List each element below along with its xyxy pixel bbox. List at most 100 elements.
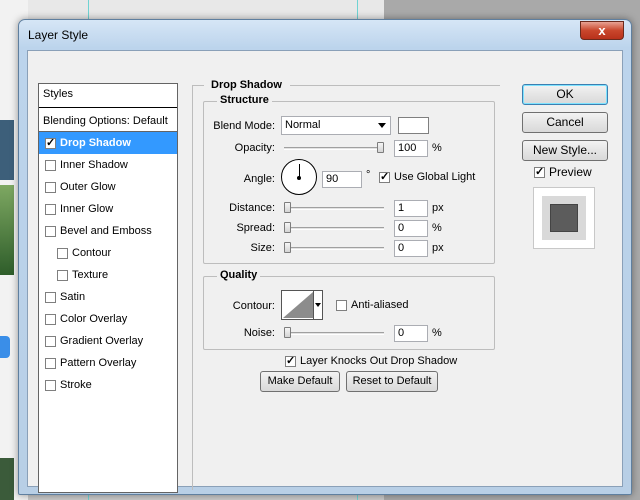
dialog-client-area: Styles Blending Options: Default Drop Sh… (27, 50, 623, 493)
style-item-label: Pattern Overlay (60, 357, 137, 369)
contour-picker[interactable] (281, 290, 323, 320)
style-item-label: Contour (72, 247, 112, 259)
reset-to-default-button[interactable]: Reset to Default (346, 371, 438, 392)
size-label: Size: (250, 242, 275, 254)
style-item-label: Texture (72, 269, 109, 281)
style-item-label: Bevel and Emboss (60, 225, 152, 237)
style-item-texture[interactable]: Texture (39, 264, 177, 286)
spread-input[interactable]: 0 (394, 220, 428, 237)
style-item-drop-shadow[interactable]: Drop Shadow (39, 132, 177, 154)
use-global-light-checkbox[interactable]: Use Global Light (379, 170, 476, 183)
checkbox-icon[interactable] (57, 269, 68, 281)
style-item-inner-glow[interactable]: Inner Glow (39, 198, 177, 220)
noise-label: Noise: (243, 327, 275, 339)
checkbox-icon[interactable] (45, 379, 56, 391)
size-unit: px (432, 242, 444, 254)
dialog-title: Layer Style (28, 28, 89, 42)
use-global-light-label: Use Global Light (394, 171, 476, 183)
noise-unit: % (432, 327, 442, 339)
distance-slider[interactable] (284, 207, 384, 210)
preview-thumbnail (533, 187, 595, 249)
distance-input[interactable]: 1 (394, 200, 428, 217)
blend-mode-label: Blend Mode: (213, 120, 275, 132)
blend-mode-select[interactable]: Normal (281, 116, 391, 135)
checkbox-icon[interactable] (45, 291, 56, 303)
title-divider (192, 85, 204, 86)
distance-slider-thumb[interactable] (284, 202, 291, 213)
opacity-slider-thumb[interactable] (377, 142, 384, 153)
checkbox-icon[interactable] (45, 357, 56, 369)
style-item-label: Inner Glow (60, 203, 114, 215)
style-item-outer-glow[interactable]: Outer Glow (39, 176, 177, 198)
blending-options-item[interactable]: Blending Options: Default (39, 110, 177, 132)
checkbox-icon[interactable] (45, 335, 56, 347)
checkbox-icon (285, 354, 296, 367)
close-icon: x (598, 23, 606, 38)
shadow-color-swatch[interactable] (398, 117, 429, 134)
anti-aliased-checkbox[interactable]: Anti-aliased (336, 299, 408, 311)
noise-slider[interactable] (284, 332, 384, 335)
make-default-button[interactable]: Make Default (260, 371, 340, 392)
spread-slider-thumb[interactable] (284, 222, 291, 233)
checkbox-icon[interactable] (45, 313, 56, 325)
checkbox-icon[interactable] (57, 247, 68, 259)
layer-style-dialog: Layer Style x Styles Blending Options: D… (18, 19, 632, 495)
opacity-label: Opacity: (234, 142, 275, 154)
opacity-input[interactable]: 100 (394, 140, 428, 157)
preview-shape (550, 204, 578, 232)
contour-label: Contour: (232, 300, 275, 312)
ok-button[interactable]: OK (522, 84, 608, 105)
distance-label: Distance: (229, 202, 275, 214)
spread-unit: % (432, 222, 442, 234)
style-item-stroke[interactable]: Stroke (39, 374, 177, 396)
checkbox-icon[interactable] (45, 159, 56, 171)
style-item-color-overlay[interactable]: Color Overlay (39, 308, 177, 330)
style-item-label: Drop Shadow (60, 137, 131, 149)
opacity-slider[interactable] (284, 147, 384, 150)
style-item-gradient-overlay[interactable]: Gradient Overlay (39, 330, 177, 352)
size-input[interactable]: 0 (394, 240, 428, 257)
preview-label: Preview (549, 165, 592, 179)
styles-header[interactable]: Styles (39, 84, 177, 108)
background-thumbnail (0, 120, 14, 180)
knocks-out-checkbox[interactable]: Layer Knocks Out Drop Shadow (285, 354, 457, 367)
angle-dial[interactable] (281, 159, 317, 195)
noise-input[interactable]: 0 (394, 325, 428, 342)
noise-slider-thumb[interactable] (284, 327, 291, 338)
style-item-label: Inner Shadow (60, 159, 128, 171)
style-item-bevel-and-emboss[interactable]: Bevel and Emboss (39, 220, 177, 242)
background-button (0, 336, 10, 358)
checkbox-icon[interactable] (45, 225, 56, 237)
blend-mode-value: Normal (285, 119, 321, 131)
checkbox-icon[interactable] (45, 136, 56, 149)
contour-curve-icon (283, 292, 313, 318)
spread-label: Spread: (236, 222, 275, 234)
background-thumbnail (0, 185, 14, 275)
title-divider (290, 85, 500, 86)
close-button[interactable]: x (580, 21, 624, 40)
style-item-inner-shadow[interactable]: Inner Shadow (39, 154, 177, 176)
new-style-button[interactable]: New Style... (522, 140, 608, 161)
angle-unit: ° (366, 169, 371, 181)
anti-aliased-label: Anti-aliased (351, 299, 409, 311)
style-item-contour[interactable]: Contour (39, 242, 177, 264)
style-item-label: Stroke (60, 379, 92, 391)
checkbox-icon[interactable] (45, 203, 56, 215)
checkbox-icon (379, 170, 390, 183)
angle-input[interactable]: 90 (322, 171, 362, 188)
spread-slider[interactable] (284, 227, 384, 230)
structure-title: Structure (217, 94, 272, 106)
style-item-pattern-overlay[interactable]: Pattern Overlay (39, 352, 177, 374)
preview-background (542, 196, 586, 240)
chevron-down-icon (313, 291, 322, 319)
style-item-satin[interactable]: Satin (39, 286, 177, 308)
size-slider[interactable] (284, 247, 384, 250)
style-item-label: Outer Glow (60, 181, 116, 193)
background-thumbnail (0, 458, 14, 500)
size-slider-thumb[interactable] (284, 242, 291, 253)
checkbox-icon[interactable] (45, 181, 56, 193)
cancel-button[interactable]: Cancel (522, 112, 608, 133)
drop-shadow-title: Drop Shadow (208, 79, 285, 91)
preview-checkbox[interactable]: Preview (534, 165, 592, 179)
angle-label: Angle: (243, 173, 275, 185)
